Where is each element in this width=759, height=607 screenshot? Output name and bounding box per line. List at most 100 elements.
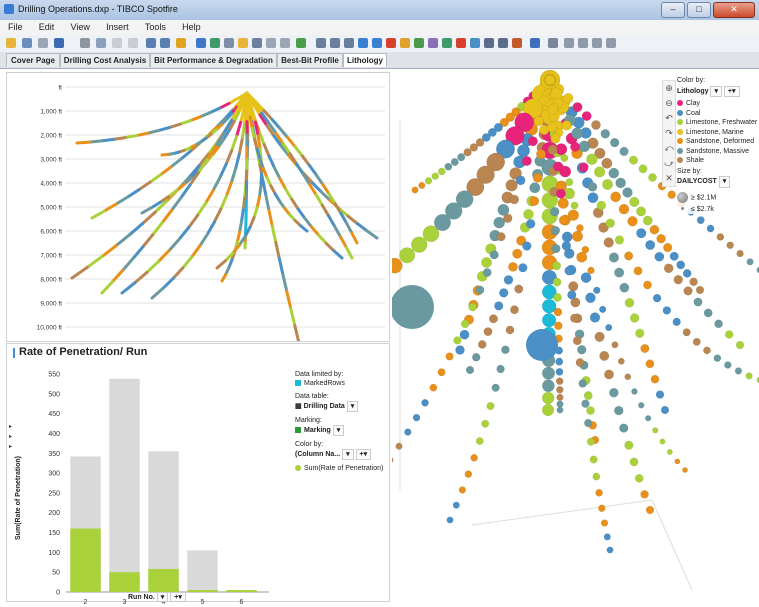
new-page-icon[interactable] [296,38,306,48]
well-bore-segment [471,454,478,461]
well-bore-segment [746,373,753,380]
maximize-visual-icon[interactable] [606,38,616,48]
x-axis-label[interactable]: Run No. ▾ +▾ [128,592,186,602]
menu-edit[interactable]: Edit [39,22,55,32]
well-path-plot[interactable]: ft1,000 ft2,000 ft3,000 ft4,000 ft5,000 … [6,72,390,342]
navigate-icon[interactable] [176,38,186,48]
lithology-add[interactable]: +▾ [724,86,740,98]
well-path-canvas[interactable]: ft1,000 ft2,000 ft3,000 ft4,000 ft5,000 … [7,73,389,341]
well-bore-segment [481,257,491,267]
3d-scatter-icon[interactable] [428,38,438,48]
tag-icon[interactable] [238,38,248,48]
tab-cover-page[interactable]: Cover Page [6,53,60,67]
chart-collapse-arrows[interactable]: ▸▸▸ [9,422,12,452]
well-bore-segment [599,306,606,313]
well-bore-segment [514,285,523,294]
color-by-chevron-icon[interactable]: ▾ [342,449,354,460]
save-icon[interactable] [54,38,64,48]
tab-bit-performance[interactable]: Bit Performance & Degradation [150,53,277,67]
list-icon[interactable] [252,38,262,48]
reset-view-icon[interactable]: ✕ [663,171,675,186]
parallel-coordinates-icon[interactable] [484,38,494,48]
well-path-segment [104,204,116,211]
line-chart-icon[interactable] [372,38,382,48]
tab-lithology[interactable]: Lithology [343,53,387,67]
text-area-icon[interactable] [530,38,540,48]
well-path-segment [179,227,188,239]
pie-chart-icon[interactable] [400,38,410,48]
maximize-button[interactable]: □ [687,2,711,18]
undo-icon[interactable] [146,38,156,48]
color-by-dropdown[interactable]: (Column Na... ▾ +▾ [295,449,387,460]
combination-chart-icon[interactable] [386,38,396,48]
color-by-add[interactable]: +▾ [356,449,372,460]
3d-well-view[interactable]: ⊕ ⊖ ↶ ↷ ⤺ ⤻ ✕ Color by: Lithology ▾ +▾ C… [392,70,759,600]
well-bore-segment [478,340,486,348]
tilt-up-icon[interactable]: ⤺ [663,141,675,156]
tilt-down-icon[interactable]: ⤻ [663,156,675,171]
well-path-segment [153,223,163,235]
rotate-right-icon[interactable]: ↷ [663,126,675,141]
layout-stacked-icon[interactable] [592,38,602,48]
filter-icon[interactable] [196,38,206,48]
data-table-dropdown[interactable]: ▦ Drilling Data ▾ [295,401,387,412]
add-data-icon[interactable] [22,38,32,48]
menu-tools[interactable]: Tools [145,22,166,32]
tab-best-bit-profile[interactable]: Best-Bit Profile [277,53,343,67]
open-folder-icon[interactable] [6,38,16,48]
marked-rows-label: MarkedRows [304,380,345,387]
rop-bar-chart[interactable]: 05010015020025030035040045050055023456 [29,362,299,607]
menu-view[interactable]: View [71,22,90,32]
well-bore-segment [399,248,415,264]
box-plot-icon[interactable] [512,38,522,48]
paste-icon[interactable] [128,38,138,48]
x-axis-dropdown[interactable]: ▾ [157,592,169,602]
bookmark-icon[interactable] [224,38,234,48]
details-icon[interactable] [210,38,220,48]
menu-help[interactable]: Help [182,22,201,32]
well-path-segment [269,156,274,167]
x-axis-add[interactable]: +▾ [170,592,186,602]
size-by-chevron-icon[interactable]: ▾ [719,176,731,188]
cross-table-icon[interactable] [330,38,340,48]
lithology-color-by-dropdown[interactable]: Lithology ▾ +▾ [677,86,759,98]
zoom-out-icon[interactable]: ⊖ [663,96,675,111]
well-bore-segment [736,341,744,349]
marking-chevron-icon[interactable]: ▾ [333,425,345,436]
menu-file[interactable]: File [8,22,23,32]
close-button[interactable]: ✕ [713,2,755,18]
well-bore-segment [556,358,563,365]
rotate-left-icon[interactable]: ↶ [663,111,675,126]
settings-gear-icon[interactable] [548,38,558,48]
depth-tick-label: 9,000 ft [40,301,62,308]
layout-side-by-side-icon[interactable] [578,38,588,48]
marking-dropdown[interactable]: Marking ▾ [295,425,387,436]
well-bore-segment [519,263,528,272]
map-chart-icon[interactable] [442,38,452,48]
minimize-button[interactable]: – [661,2,685,18]
well-bore-segment [586,406,594,414]
zoom-in-icon[interactable]: ⊕ [663,81,675,96]
well-path-segment [305,218,312,227]
tools-icon[interactable] [280,38,290,48]
refresh-icon[interactable] [38,38,48,48]
size-by-dropdown[interactable]: DAILYCOST ▾ [677,176,759,188]
summary-table-icon[interactable] [498,38,508,48]
heat-map-icon[interactable] [470,38,480,48]
treemap-icon[interactable] [456,38,466,48]
graphical-table-icon[interactable] [344,38,354,48]
table-icon[interactable] [316,38,326,48]
export-icon[interactable] [96,38,106,48]
lithology-chevron-icon[interactable]: ▾ [710,86,722,98]
bar-total [187,550,217,592]
bar-chart-icon[interactable] [358,38,368,48]
tab-drilling-cost-analysis[interactable]: Drilling Cost Analysis [60,53,150,67]
scatter-plot-icon[interactable] [414,38,424,48]
collab-icon[interactable] [266,38,276,48]
redo-icon[interactable] [160,38,170,48]
menu-insert[interactable]: Insert [106,22,129,32]
print-icon[interactable] [80,38,90,48]
cut-icon[interactable] [112,38,122,48]
data-table-chevron-icon[interactable]: ▾ [347,401,359,412]
layout-grid-icon[interactable] [564,38,574,48]
